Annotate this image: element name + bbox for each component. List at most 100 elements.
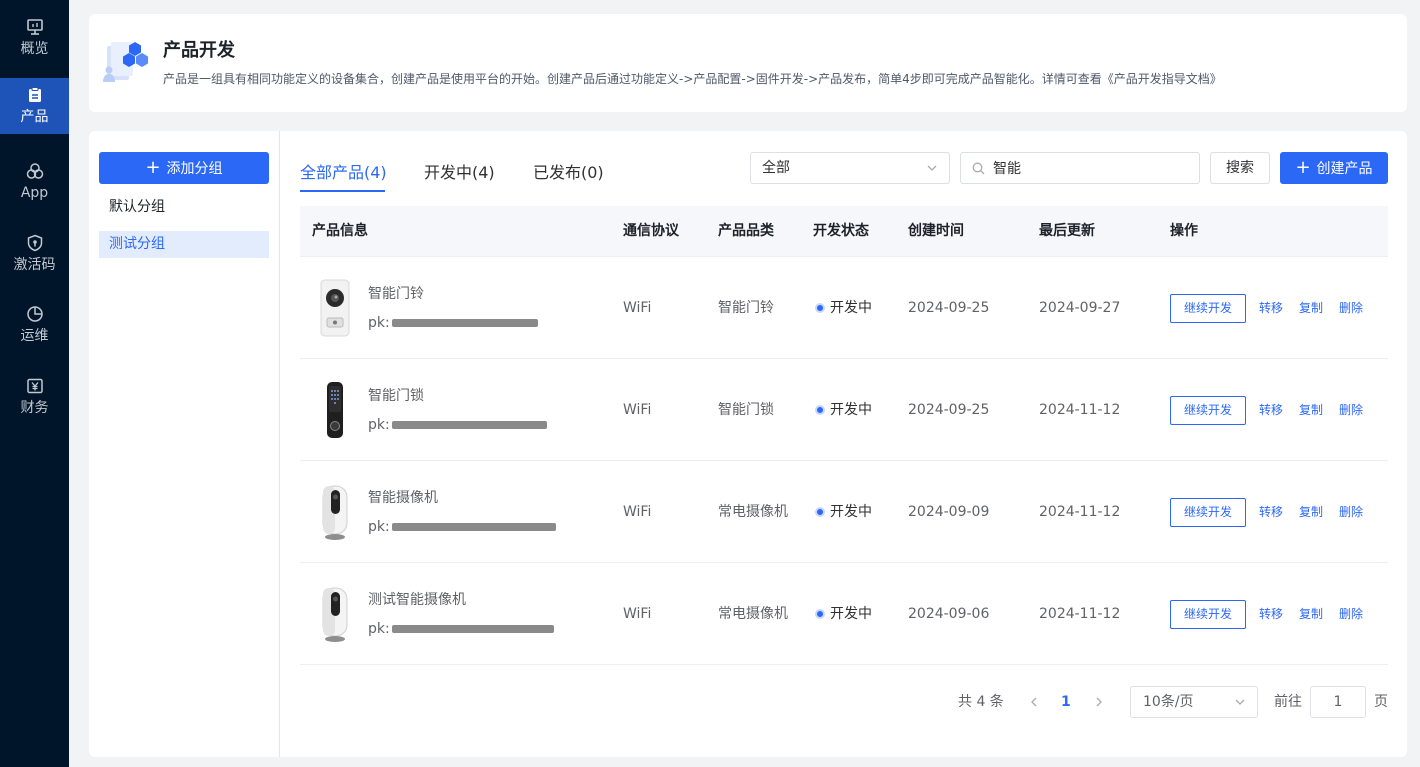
nav-item-activation-code[interactable]: 激活码: [0, 226, 69, 282]
column-header: 创建时间: [908, 223, 964, 239]
delete-link[interactable]: 删除: [1339, 359, 1363, 461]
updated-cell: 2024-11-12: [1039, 402, 1121, 418]
copy-link[interactable]: 复制: [1299, 461, 1323, 563]
chevron-down-icon: [1235, 699, 1245, 705]
created-cell: 2024-09-06: [908, 606, 990, 622]
product-key: pk:: [368, 314, 538, 332]
category-cell: 智能门铃: [718, 300, 774, 316]
product-key: pk:: [368, 416, 547, 434]
search-button[interactable]: 搜索: [1210, 152, 1270, 184]
tab-in-development[interactable]: 开发中(4): [424, 162, 495, 184]
pk-prefix: pk:: [368, 621, 390, 637]
product-name: 智能门铃: [368, 286, 424, 302]
chevron-left-icon[interactable]: [1027, 693, 1041, 711]
created-cell: 2024-09-25: [908, 300, 990, 316]
copy-link[interactable]: 复制: [1299, 359, 1323, 461]
product-key: pk:: [368, 518, 556, 536]
product-key: pk:: [368, 620, 554, 638]
product-name: 智能门锁: [368, 388, 424, 404]
delete-link[interactable]: 删除: [1339, 257, 1363, 359]
category-cell: 常电摄像机: [718, 504, 788, 520]
pk-prefix: pk:: [368, 519, 390, 535]
product-table: 产品信息 通信协议 产品品类 开发状态 创建时间 最后更新 操作 智能门铃 pk…: [300, 206, 1388, 665]
transfer-link[interactable]: 转移: [1259, 461, 1283, 563]
add-group-button[interactable]: + 添加分组: [99, 152, 269, 184]
chevron-right-icon[interactable]: [1092, 693, 1106, 711]
group-panel: + 添加分组 默认分组 测试分组: [89, 131, 280, 757]
product-name: 测试智能摄像机: [368, 592, 466, 608]
table-row: 智能门铃 pk: WiFi 智能门铃 开发中 2024-09-25 2024-0…: [300, 257, 1388, 359]
page-size-value: 10条/页: [1143, 694, 1194, 710]
transfer-link[interactable]: 转移: [1259, 257, 1283, 359]
status-badge: 开发中: [815, 359, 872, 461]
page-size-select[interactable]: 10条/页: [1130, 686, 1258, 718]
status-badge: 开发中: [815, 563, 872, 665]
goto-label: 前往: [1274, 694, 1302, 710]
product-list-panel: + 添加分组 默认分组 测试分组 全部产品(4) 开发中(4) 已发布(0) 全…: [89, 131, 1407, 757]
status-text: 开发中: [830, 606, 872, 622]
search-input[interactable]: [993, 153, 1193, 183]
status-dot: [815, 303, 825, 313]
nav-item-app[interactable]: App: [0, 154, 69, 210]
column-header: 通信协议: [623, 223, 679, 239]
category-cell: 智能门锁: [718, 402, 774, 418]
protocol-cell: WiFi: [623, 300, 652, 316]
nav-label: 产品: [20, 109, 49, 125]
status-badge: 开发中: [815, 461, 872, 563]
column-header: 产品品类: [718, 223, 774, 239]
created-cell: 2024-09-09: [908, 504, 990, 520]
protocol-cell: WiFi: [623, 504, 652, 520]
pagination-current-page[interactable]: 1: [1061, 692, 1071, 712]
page-header: 产品开发 产品是一组具有相同功能定义的设备集合，创建产品是使用平台的开始。创建产…: [89, 14, 1407, 112]
copy-link[interactable]: 复制: [1299, 563, 1323, 665]
door-lock-image: [327, 382, 343, 438]
nav-item-finance[interactable]: 财务: [0, 369, 69, 425]
table-row: 智能摄像机 pk: WiFi 常电摄像机 开发中 2024-09-09 2024…: [300, 461, 1388, 563]
redacted-mask: [391, 625, 554, 633]
nav-item-operations[interactable]: 运维: [0, 297, 69, 353]
nav-item-product[interactable]: 产品: [0, 78, 69, 134]
nav-label: 概览: [20, 41, 49, 57]
pk-prefix: pk:: [368, 315, 390, 331]
group-item-default[interactable]: 默认分组: [99, 194, 269, 221]
protocol-cell: WiFi: [623, 402, 652, 418]
redacted-mask: [391, 523, 556, 531]
transfer-link[interactable]: 转移: [1259, 359, 1283, 461]
active-tab-indicator: [300, 190, 385, 192]
delete-link[interactable]: 删除: [1339, 563, 1363, 665]
status-filter-select[interactable]: 全部: [750, 152, 950, 184]
copy-link[interactable]: 复制: [1299, 257, 1323, 359]
monitor-icon: [26, 19, 43, 35]
create-product-label: 创建产品: [1316, 161, 1373, 177]
continue-dev-button[interactable]: 继续开发: [1170, 396, 1246, 425]
transfer-link[interactable]: 转移: [1259, 563, 1283, 665]
status-dot: [815, 507, 825, 517]
continue-dev-button[interactable]: 继续开发: [1170, 294, 1246, 323]
plus-icon: +: [145, 157, 161, 178]
goto-page-input[interactable]: [1310, 686, 1366, 718]
continue-dev-button[interactable]: 继续开发: [1170, 498, 1246, 527]
tab-published[interactable]: 已发布(0): [533, 162, 604, 184]
page-description: 产品是一组具有相同功能定义的设备集合，创建产品是使用平台的开始。创建产品后通过功…: [163, 72, 1222, 86]
continue-dev-button[interactable]: 继续开发: [1170, 600, 1246, 629]
shield-icon: [27, 234, 42, 252]
nav-item-overview[interactable]: 概览: [0, 10, 69, 66]
redacted-mask: [391, 319, 538, 327]
pie-chart-icon: [26, 306, 43, 322]
nav-label: 运维: [20, 328, 49, 344]
table-header: 产品信息 通信协议 产品品类 开发状态 创建时间 最后更新 操作: [300, 206, 1388, 257]
tab-all-products[interactable]: 全部产品(4): [300, 162, 387, 184]
status-dot: [815, 405, 825, 415]
group-item-test[interactable]: 测试分组: [99, 231, 269, 258]
pagination-total: 共 4 条: [958, 694, 1004, 710]
column-header: 操作: [1170, 223, 1198, 239]
product-name: 智能摄像机: [368, 490, 438, 506]
created-cell: 2024-09-25: [908, 402, 990, 418]
create-product-button[interactable]: + 创建产品: [1280, 152, 1388, 184]
updated-cell: 2024-11-12: [1039, 606, 1121, 622]
status-text: 开发中: [830, 504, 872, 520]
status-text: 开发中: [830, 300, 872, 316]
add-group-label: 添加分组: [166, 161, 223, 177]
search-field[interactable]: [960, 152, 1200, 184]
delete-link[interactable]: 删除: [1339, 461, 1363, 563]
